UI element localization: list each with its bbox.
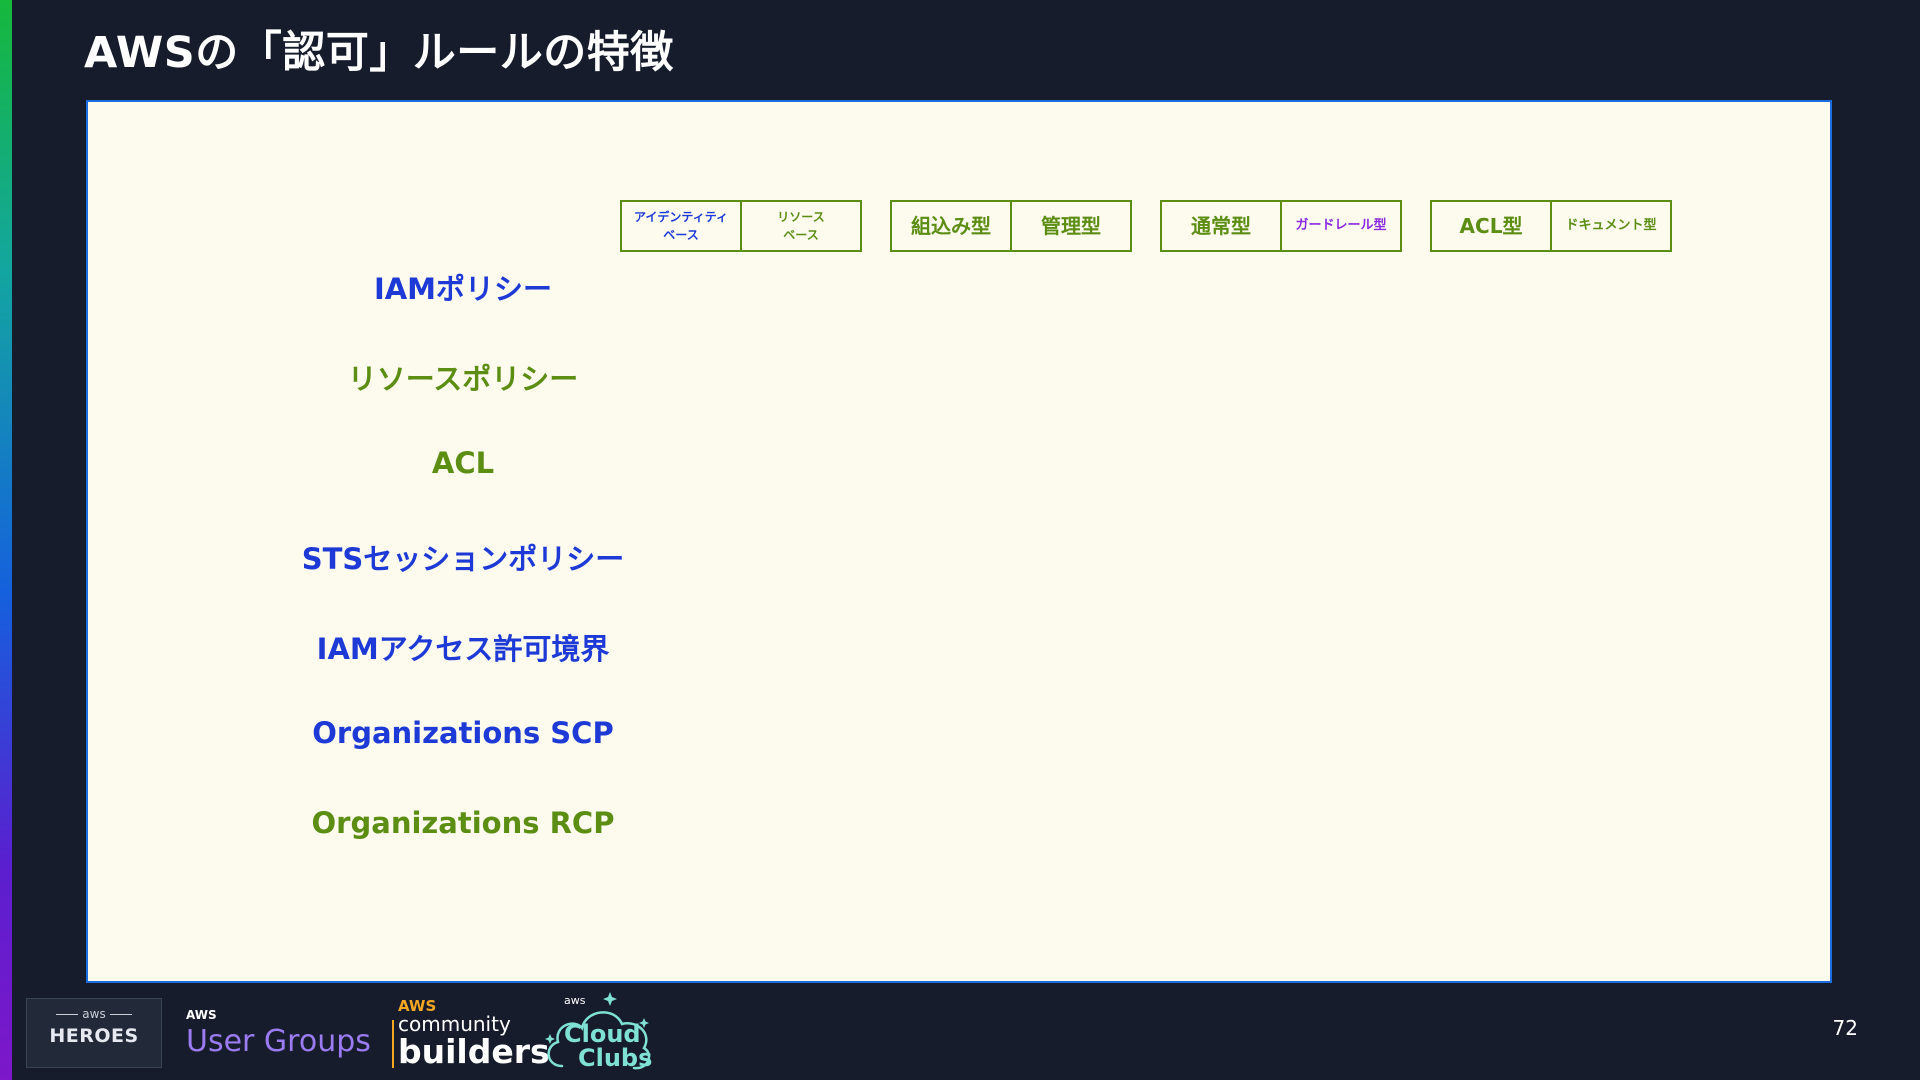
aws-community-builders-logo: AWS community builders bbox=[392, 998, 550, 1071]
tag-identity-based: アイデンティティ ベース bbox=[634, 210, 728, 242]
tag-group-identity-resource: アイデンティティ ベース リソース ベース bbox=[620, 200, 862, 252]
policy-label-rcp: Organizations RCP bbox=[311, 806, 615, 840]
tag-guardrail: ガードレール型 bbox=[1280, 202, 1400, 250]
policy-label-permission-boundary: IAMアクセス許可境界 bbox=[316, 632, 610, 666]
tag-group-normal-guardrail: 通常型 ガードレール型 bbox=[1160, 200, 1402, 252]
page-number: 72 bbox=[1832, 1016, 1858, 1040]
tag-document-type: ドキュメント型 bbox=[1550, 202, 1670, 250]
builders-text: builders bbox=[398, 1032, 550, 1071]
heroes-text: HEROES bbox=[49, 1025, 139, 1047]
policy-label-scp: Organizations SCP bbox=[312, 716, 614, 750]
slide-title: AWSの「認可」ルールの特徴 bbox=[84, 28, 674, 78]
policy-label-resource: リソースポリシー bbox=[347, 362, 579, 396]
community-text: community bbox=[398, 1012, 511, 1036]
aws-cloud-clubs-logo: aws Cloud Clubs bbox=[540, 988, 658, 1074]
clubs-text: Clubs bbox=[578, 1044, 653, 1072]
heroes-aws-text: aws bbox=[27, 1007, 161, 1021]
tag-managed: 管理型 bbox=[1010, 202, 1130, 250]
tag-builtin: 組込み型 bbox=[911, 214, 991, 238]
aws-heroes-logo: aws HEROES bbox=[26, 998, 162, 1068]
policy-label-sts-session: STSセッションポリシー bbox=[301, 542, 625, 576]
tag-resource-based: リソース ベース bbox=[740, 202, 860, 250]
policy-label-iam: IAMポリシー bbox=[373, 272, 553, 306]
user-groups-text: User Groups bbox=[186, 1024, 371, 1059]
tag-acl-type: ACL型 bbox=[1459, 214, 1523, 238]
tag-group-builtin-managed: 組込み型 管理型 bbox=[890, 200, 1132, 252]
aws-user-groups-logo: AWS User Groups bbox=[186, 1008, 371, 1059]
content-panel: IAMポリシー リソースポリシー ACL STSセッションポリシー IAMアクセ… bbox=[86, 100, 1832, 983]
gradient-accent-bar bbox=[0, 0, 12, 1080]
tag-group-acl-document: ACL型 ドキュメント型 bbox=[1430, 200, 1672, 252]
tag-normal: 通常型 bbox=[1191, 214, 1251, 238]
user-groups-aws-text: AWS bbox=[186, 1008, 217, 1022]
cloud-clubs-text: Cloud Clubs bbox=[564, 1022, 652, 1070]
policy-label-acl: ACL bbox=[431, 446, 495, 480]
cloud-text: Cloud bbox=[564, 1020, 641, 1048]
builders-accent-line bbox=[392, 1020, 394, 1068]
cloud-clubs-aws-text: aws bbox=[564, 994, 586, 1007]
